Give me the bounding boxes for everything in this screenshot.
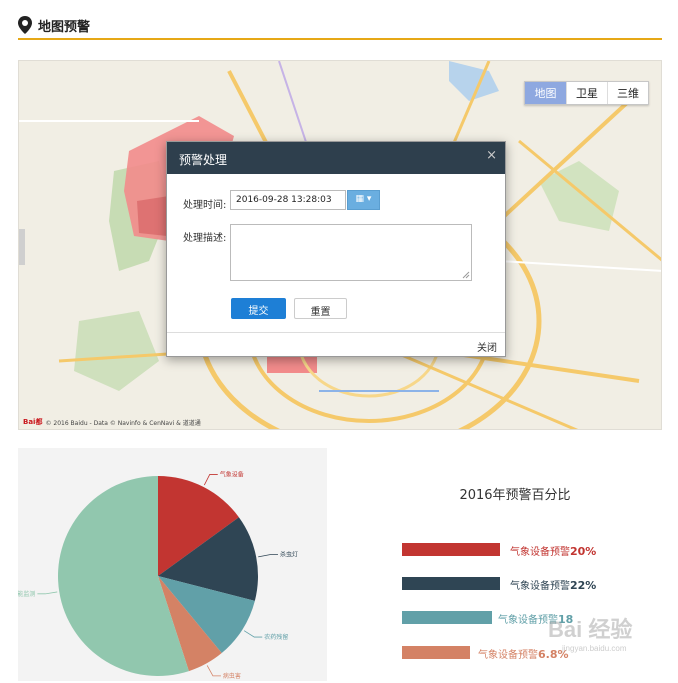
- bar-row: 气象设备预警22%: [402, 577, 642, 592]
- bar-label: 气象设备预警20%: [510, 543, 596, 558]
- map-side-handle[interactable]: [19, 229, 25, 265]
- bar-row: 气象设备预警20%: [402, 543, 642, 558]
- pie-chart: 气象设备杀虫灯农药残留病虫害 智能监测: [18, 470, 298, 680]
- watermark-url: jingyan.baidu.com: [562, 644, 627, 653]
- bar-fill[interactable]: [402, 611, 492, 624]
- bar-fill[interactable]: [402, 543, 500, 556]
- footer-close-button[interactable]: 关闭: [477, 339, 497, 354]
- bar-category: 气象设备预警: [510, 581, 570, 592]
- pie-label: 农药残留: [264, 633, 288, 641]
- pie-chart-panel: 气象设备杀虫灯农药残留病虫害 智能监测: [18, 448, 327, 681]
- submit-button[interactable]: 提交: [231, 298, 286, 319]
- bar-fill[interactable]: [402, 577, 500, 590]
- baidu-map-logo: Bai都: [23, 418, 43, 426]
- bar-category: 气象设备预警: [478, 650, 538, 661]
- section-header: 地图预警: [18, 12, 662, 40]
- copyright-text: © 2016 Baidu - Data © Navinfo & CenNavi …: [45, 419, 201, 427]
- dialog-title: 预警处理: [179, 153, 228, 167]
- process-time-label: 处理时间:: [183, 200, 227, 211]
- process-desc-label: 处理描述:: [183, 233, 227, 244]
- close-icon[interactable]: ×: [486, 148, 497, 163]
- watermark-logo: Bai 经验: [548, 617, 633, 642]
- pie-label: 病虫害: [223, 672, 241, 680]
- bar-chart-title: 2016年预警百分比: [459, 488, 571, 503]
- pie-label-line: [206, 665, 221, 677]
- map-type-3d-button[interactable]: 三维: [607, 82, 648, 104]
- location-pin-icon: [18, 16, 32, 34]
- pie-label-line: [37, 591, 58, 595]
- reset-button[interactable]: 重置: [294, 298, 347, 319]
- dialog-footer: 关闭: [167, 332, 505, 356]
- bar-value: 22%: [570, 579, 597, 592]
- bar-fill[interactable]: [402, 646, 470, 659]
- process-desc-textarea[interactable]: [230, 224, 472, 281]
- pie-label-line: [203, 474, 218, 486]
- bar-label: 气象设备预警22%: [510, 577, 596, 592]
- process-time-input[interactable]: 2016-09-28 13:28:03: [230, 190, 346, 210]
- section-title: 地图预警: [38, 20, 91, 35]
- warning-process-dialog: 预警处理 × 处理时间: 2016-09-28 13:28:03 ▦ ▾ 处理描…: [166, 141, 506, 357]
- pie-label-line: [258, 554, 278, 558]
- pie-label: 气象设备: [220, 470, 244, 478]
- resize-handle-icon[interactable]: [462, 271, 470, 279]
- map-type-switch: 地图 卫星 三维: [524, 81, 649, 105]
- pie-label-line: [243, 630, 263, 638]
- bar-category: 气象设备预警: [510, 547, 570, 558]
- bar-value: 20%: [570, 545, 597, 558]
- map-type-satellite-button[interactable]: 卫星: [566, 82, 607, 104]
- map-copyright: Bai都 © 2016 Baidu - Data © Navinfo & Cen…: [23, 417, 201, 427]
- bar-label: 气象设备预警6.8%: [478, 646, 569, 661]
- map-type-map-button[interactable]: 地图: [525, 82, 566, 104]
- dialog-header: 预警处理 ×: [167, 142, 505, 174]
- pie-label: 杀虫灯: [280, 551, 298, 559]
- pie-label: 智能监测: [18, 590, 35, 598]
- calendar-icon[interactable]: ▦ ▾: [347, 190, 380, 210]
